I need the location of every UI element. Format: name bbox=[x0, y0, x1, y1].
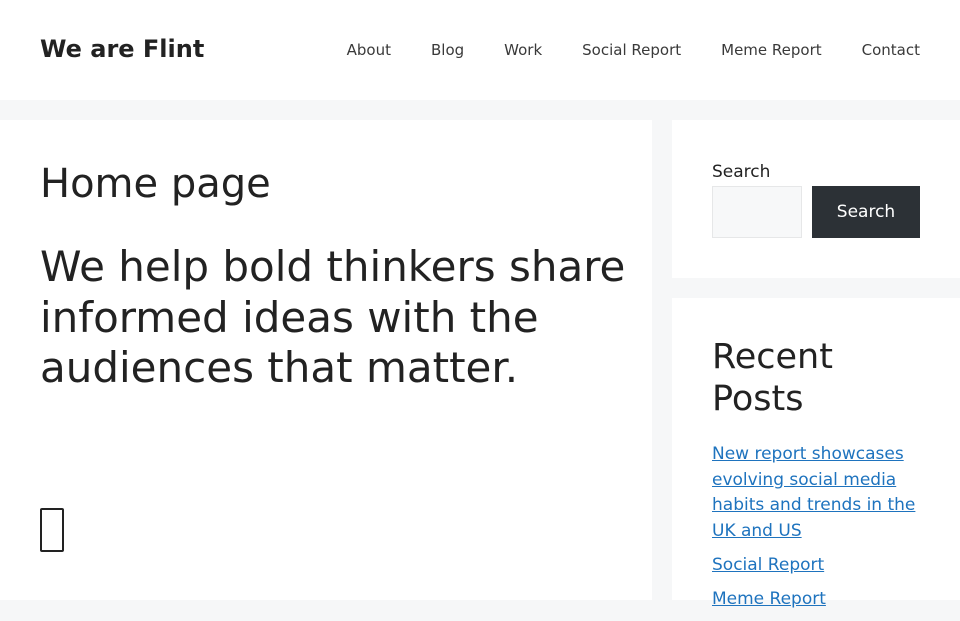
search-label: Search bbox=[712, 162, 771, 182]
nav-item-blog[interactable]: Blog bbox=[431, 38, 464, 62]
page-title: Home page bbox=[40, 161, 271, 207]
list-item: New report showcases evolving social med… bbox=[712, 442, 924, 544]
search-widget: Search Search bbox=[672, 120, 960, 278]
nav-item-meme-report[interactable]: Meme Report bbox=[721, 38, 822, 62]
recent-posts-list: New report showcases evolving social med… bbox=[712, 442, 924, 621]
search-input[interactable] bbox=[712, 186, 802, 238]
site-header: We are Flint About Blog Work Social Repo… bbox=[0, 0, 960, 100]
recent-post-link[interactable]: Social Report bbox=[712, 555, 824, 575]
list-item: Social Report bbox=[712, 553, 924, 579]
main-content: Home page We help bold thinkers share in… bbox=[0, 120, 652, 600]
search-button[interactable]: Search bbox=[812, 186, 920, 238]
main-nav: About Blog Work Social Report Meme Repor… bbox=[307, 38, 920, 62]
nav-item-about[interactable]: About bbox=[347, 38, 391, 62]
list-item: Meme Report bbox=[712, 587, 924, 613]
recent-post-link[interactable]: Meme Report bbox=[712, 589, 826, 609]
site-title[interactable]: We are Flint bbox=[40, 34, 204, 64]
missing-glyph-icon bbox=[40, 508, 64, 552]
recent-post-link[interactable]: New report showcases evolving social med… bbox=[712, 444, 915, 541]
recent-posts-title: Recent Posts bbox=[712, 337, 833, 419]
nav-item-contact[interactable]: Contact bbox=[862, 38, 920, 62]
recent-posts-widget: Recent Posts New report showcases evolvi… bbox=[672, 298, 960, 609]
nav-item-work[interactable]: Work bbox=[504, 38, 542, 62]
nav-item-social-report[interactable]: Social Report bbox=[582, 38, 681, 62]
tagline: We help bold thinkers share informed ide… bbox=[40, 242, 626, 392]
